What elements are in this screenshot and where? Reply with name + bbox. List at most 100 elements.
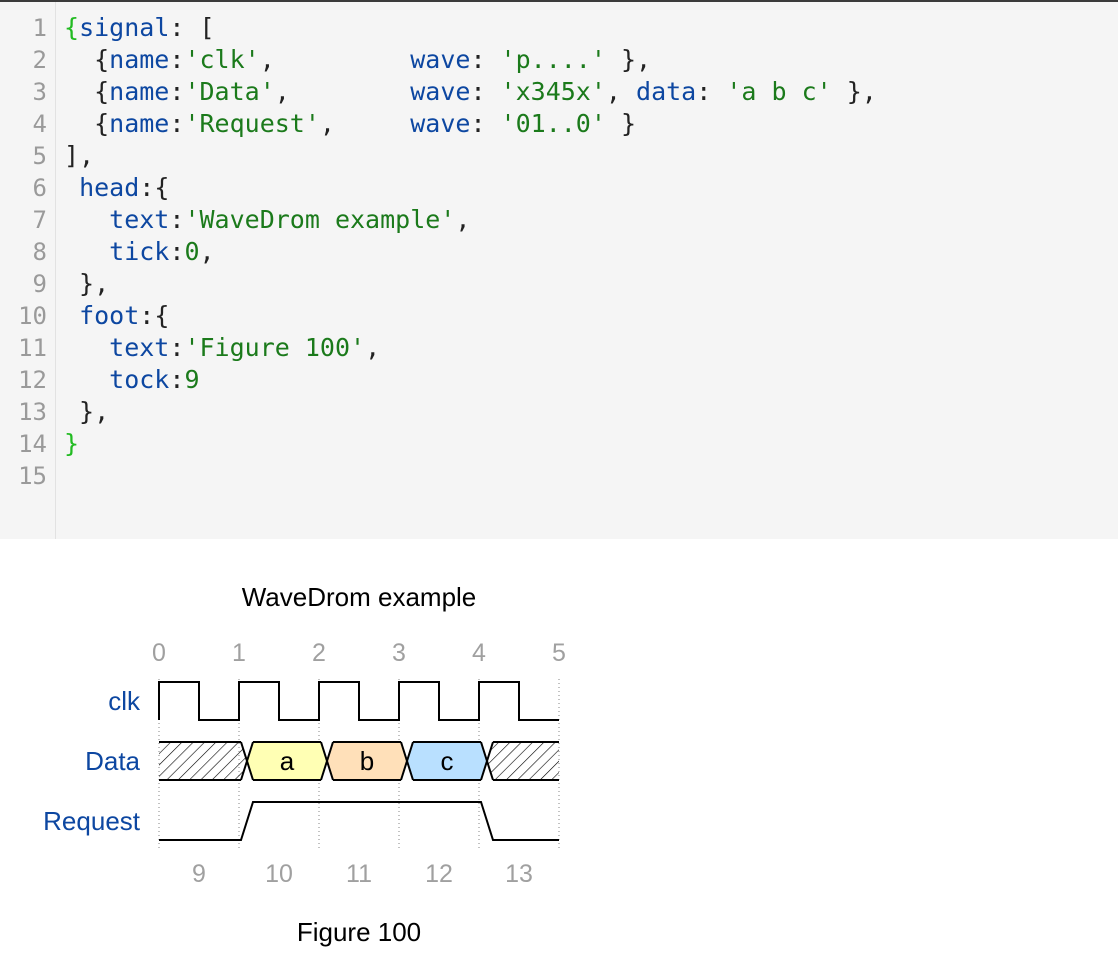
code-token-punct: : [169,237,185,266]
code-token-string: 'WaveDrom example' [184,205,456,234]
code-token-punct: :{ [139,173,170,202]
code-token-punct: , [274,77,411,106]
code-token-punct [64,173,79,202]
code-editor[interactable]: 1 2 3 4 5 6 7 8 9 10 11 12 13 14 15 {signal: [ {name:'… [0,2,1118,539]
signal-name-clk: clk [108,686,141,716]
code-token-property: text [109,205,170,234]
code-token-property: text [109,333,170,362]
code-token-punct: : [696,77,727,106]
signal-name-labels: clk Data Request [43,686,141,836]
foot-tock-label: 11 [346,860,372,888]
signal-name-request: Request [43,806,141,836]
line-number: 13 [18,398,47,426]
code-token-property: foot [79,301,140,330]
code-token-punct: : [169,333,185,362]
waveform-svg: WaveDrom example 012345 clkDataRequest a… [43,582,566,947]
code-token-string: 'clk' [184,45,260,74]
code-token-punct: , [605,77,637,106]
line-number-gutter: 1 2 3 4 5 6 7 8 9 10 11 12 13 14 15 [0,2,56,539]
code-token-punct: : [470,45,501,74]
head-tick-label: 4 [472,639,486,667]
clk-wave [158,681,559,721]
code-token-string: 'p....' [500,45,606,74]
code-token-punct: : [169,109,185,138]
code-line[interactable]: {name:'clk', wave: 'p....' }, [64,44,651,76]
code-token-punct: , [455,205,471,234]
data-slot-label: c [441,746,454,776]
foot-tock-label: 9 [192,860,206,888]
line-number: 1 [32,14,47,42]
head-tick-labels: 0 1 2 3 4 5 [152,639,566,667]
line-number: 15 [18,462,47,490]
line-number: 10 [18,302,47,330]
code-token-string: 'x345x' [500,77,606,106]
code-token-property: wave [410,77,471,106]
code-line[interactable]: text:'Figure 100', [64,332,380,364]
code-line[interactable]: tick:0, [64,236,215,268]
code-token-punct [64,365,109,394]
foot-tock-label: 10 [265,860,293,888]
code-token-punct: : [169,365,185,394]
code-line[interactable]: tock:9 [64,364,199,396]
code-token-punct: }, [831,77,877,106]
code-token-property: name [109,45,170,74]
code-token-punct: : [169,77,185,106]
head-tick-label: 3 [392,639,406,667]
code-token-punct: }, [64,397,110,426]
data-undefined-slot [487,742,559,780]
code-line[interactable]: }, [64,268,109,300]
head-tick-label: 2 [312,639,326,667]
foot-tock-label: 13 [505,860,533,888]
code-token-punct: , [259,45,411,74]
code-token-property: name [109,77,170,106]
data-undefined-slot [159,742,247,780]
code-token-punct: :{ [139,301,170,330]
line-number: 3 [32,78,47,106]
code-token-property: name [109,109,170,138]
line-number: 12 [18,366,47,394]
code-token-property: wave [410,109,471,138]
code-token-punct: { [64,77,110,106]
line-number: 9 [32,270,47,298]
code-token-property: signal [79,13,170,42]
code-token-punct: { [64,109,110,138]
code-token-punct: }, [64,269,110,298]
code-token-string: 'Request' [184,109,320,138]
code-token-number: 0 [184,237,200,266]
code-line[interactable]: head:{ [64,172,169,204]
signal-name-data: Data [85,746,140,776]
code-line[interactable]: text:'WaveDrom example', [64,204,470,236]
code-token-property: tock [109,365,170,394]
code-token-punct: } [605,109,637,138]
line-number: 5 [32,142,47,170]
code-line[interactable]: }, [64,396,109,428]
code-token-string: 'a b c' [726,77,832,106]
code-token-punct [64,301,79,330]
code-line[interactable]: } [64,428,79,460]
code-token-property: head [79,173,140,202]
code-token-punct: , [365,333,381,362]
code-token-punct: : [169,45,185,74]
code-token-punct: , [319,109,411,138]
signal-waves: a b c [158,681,559,841]
code-token-bracket-match: { [64,13,80,42]
code-token-punct: : [470,109,501,138]
code-token-punct: , [199,237,215,266]
code-line[interactable]: {signal: [ [64,12,215,44]
data-slot-label: b [360,746,374,776]
head-tick-label: 1 [232,639,246,667]
code-token-punct: : [169,205,185,234]
line-number: 6 [32,174,47,202]
code-token-string: 'Figure 100' [184,333,366,362]
code-token-punct [64,333,109,362]
foot-tock-labels: 9 10 11 12 13 [192,860,533,888]
code-line[interactable]: {name:'Request', wave: '01..0' } [64,108,636,140]
code-token-punct: : [ [169,13,215,42]
code-line[interactable]: {name:'Data', wave: 'x345x', data: 'a b … [64,76,877,108]
code-token-punct: }, [605,45,652,74]
request-wave [159,801,559,841]
code-line[interactable]: ], [64,140,94,172]
code-line[interactable]: foot:{ [64,300,169,332]
line-number: 8 [32,238,47,266]
code-token-string: 'Data' [184,77,275,106]
